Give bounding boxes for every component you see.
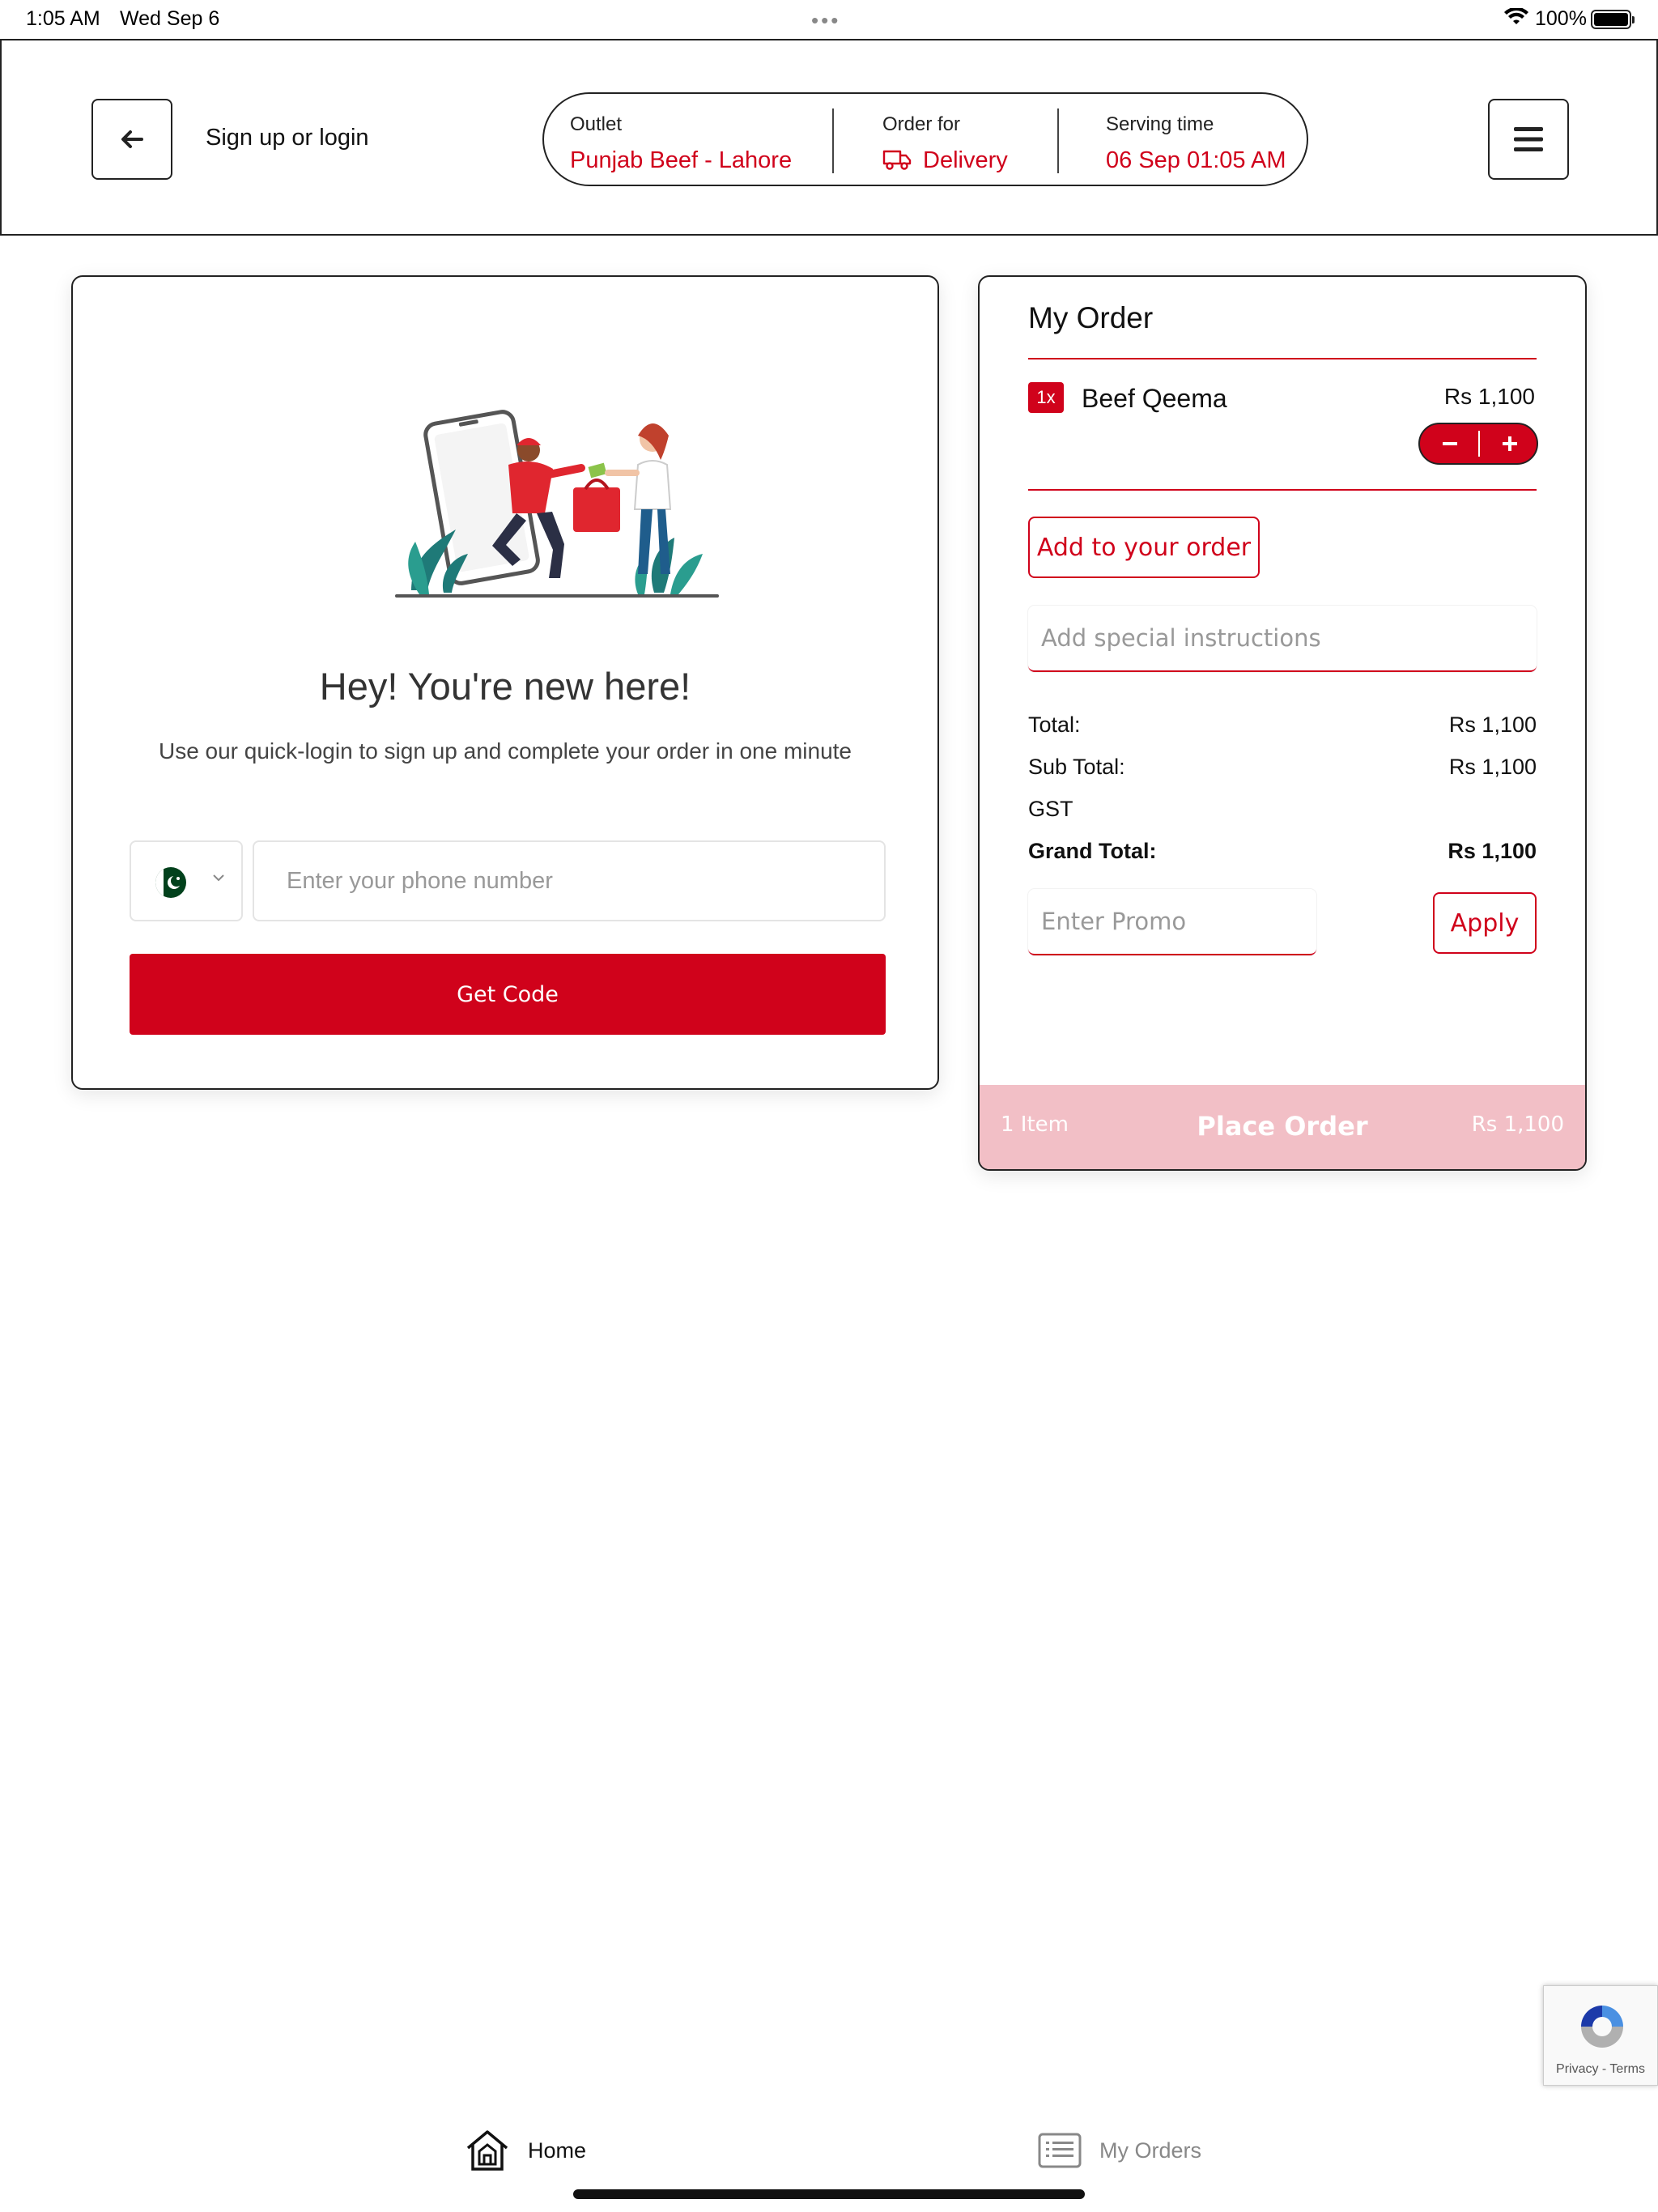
special-instructions-input[interactable]: [1028, 606, 1537, 672]
grand-total-label: Grand Total:: [1028, 839, 1157, 863]
battery-percent: 100%: [1535, 7, 1587, 30]
pakistan-flag-icon: [155, 867, 186, 898]
item-name: Beef Qeema: [1082, 384, 1227, 413]
battery-icon: [1591, 10, 1635, 29]
add-to-order-button[interactable]: Add to your order: [1028, 517, 1260, 578]
tab-home-label: Home: [528, 2138, 587, 2163]
recaptcha-links[interactable]: Privacy - Terms: [1544, 2062, 1657, 2077]
order-for-value: Delivery: [923, 147, 1008, 173]
hamburger-menu-icon: [1514, 127, 1543, 151]
plus-icon: [1503, 436, 1517, 451]
apply-promo-button[interactable]: Apply: [1433, 892, 1537, 954]
multitasking-dots-icon[interactable]: •••: [811, 8, 840, 33]
tab-my-orders-label: My Orders: [1099, 2138, 1202, 2163]
increase-quantity-button[interactable]: [1480, 424, 1540, 463]
home-indicator[interactable]: [573, 2189, 1085, 2199]
grand-total-value: Rs 1,100: [1448, 839, 1537, 863]
tab-home[interactable]: Home: [465, 2125, 586, 2176]
place-order-total: Rs 1,100: [1471, 1112, 1564, 1137]
get-code-button[interactable]: Get Code: [130, 954, 886, 1035]
order-info-pill[interactable]: Outlet Punjab Beef - Lahore Order for De…: [542, 92, 1308, 186]
promo-code-input[interactable]: [1028, 889, 1316, 955]
divider: [1028, 489, 1537, 491]
outlet-value: Punjab Beef - Lahore: [570, 147, 793, 173]
recaptcha-icon: [1581, 2006, 1623, 2048]
serving-time-value: 06 Sep 01:05 AM: [1106, 147, 1286, 173]
login-subtext: Use our quick-login to sign up and compl…: [158, 738, 852, 764]
country-code-select[interactable]: [130, 840, 243, 921]
status-time: 1:05 AM: [26, 7, 100, 30]
divider: [1028, 358, 1537, 359]
pill-divider: [1057, 108, 1059, 173]
serving-time-section[interactable]: Serving time 06 Sep 01:05 AM: [1106, 94, 1292, 185]
back-button[interactable]: [91, 99, 172, 180]
arrow-left-icon: [121, 130, 143, 148]
pill-divider: [832, 108, 834, 173]
quantity-stepper[interactable]: [1418, 423, 1538, 465]
decrease-quantity-button[interactable]: [1420, 424, 1480, 463]
tab-my-orders[interactable]: My Orders: [1038, 2125, 1201, 2176]
login-heading: Hey! You're new here!: [319, 665, 691, 708]
home-icon: [466, 2130, 508, 2171]
subtotal-label: Sub Total:: [1028, 755, 1125, 779]
app-header: Sign up or login Outlet Punjab Beef - La…: [0, 39, 1658, 236]
order-for-label: Order for: [882, 113, 961, 135]
chevron-down-icon: [213, 874, 224, 882]
truck-icon: [882, 150, 912, 170]
item-quantity-badge: 1x: [1028, 382, 1064, 413]
minus-icon: [1443, 442, 1457, 445]
status-date: Wed Sep 6: [120, 7, 220, 30]
order-for-value-wrap: Delivery: [882, 147, 1008, 174]
wifi-icon: [1504, 6, 1528, 32]
total-value: Rs 1,100: [1448, 713, 1537, 737]
outlet-section[interactable]: Outlet Punjab Beef - Lahore: [570, 94, 837, 185]
order-title: My Order: [1028, 301, 1154, 334]
delivery-illustration: [395, 410, 719, 598]
phone-number-input[interactable]: [253, 840, 886, 921]
item-price: Rs 1,100: [1443, 384, 1535, 409]
menu-button[interactable]: [1488, 99, 1569, 180]
place-order-button[interactable]: 1 Item Place Order Rs 1,100: [980, 1085, 1585, 1169]
gst-label: GST: [1028, 797, 1073, 821]
outlet-label: Outlet: [570, 113, 623, 135]
order-list-icon: [1038, 2133, 1082, 2168]
serving-time-label: Serving time: [1106, 113, 1214, 135]
status-bar: 1:05 AM Wed Sep 6 ••• 100%: [0, 0, 1658, 39]
total-label: Total:: [1028, 713, 1081, 737]
page-title: Sign up or login: [206, 125, 369, 151]
my-order-panel: My Order 1x Beef Qeema Rs 1,100 Add to y…: [978, 275, 1587, 1171]
recaptcha-badge[interactable]: Privacy - Terms: [1543, 1985, 1658, 2086]
subtotal-value: Rs 1,100: [1448, 755, 1537, 779]
order-for-section[interactable]: Order for Delivery: [882, 94, 1061, 185]
login-card: Hey! You're new here! Use our quick-logi…: [71, 275, 939, 1090]
